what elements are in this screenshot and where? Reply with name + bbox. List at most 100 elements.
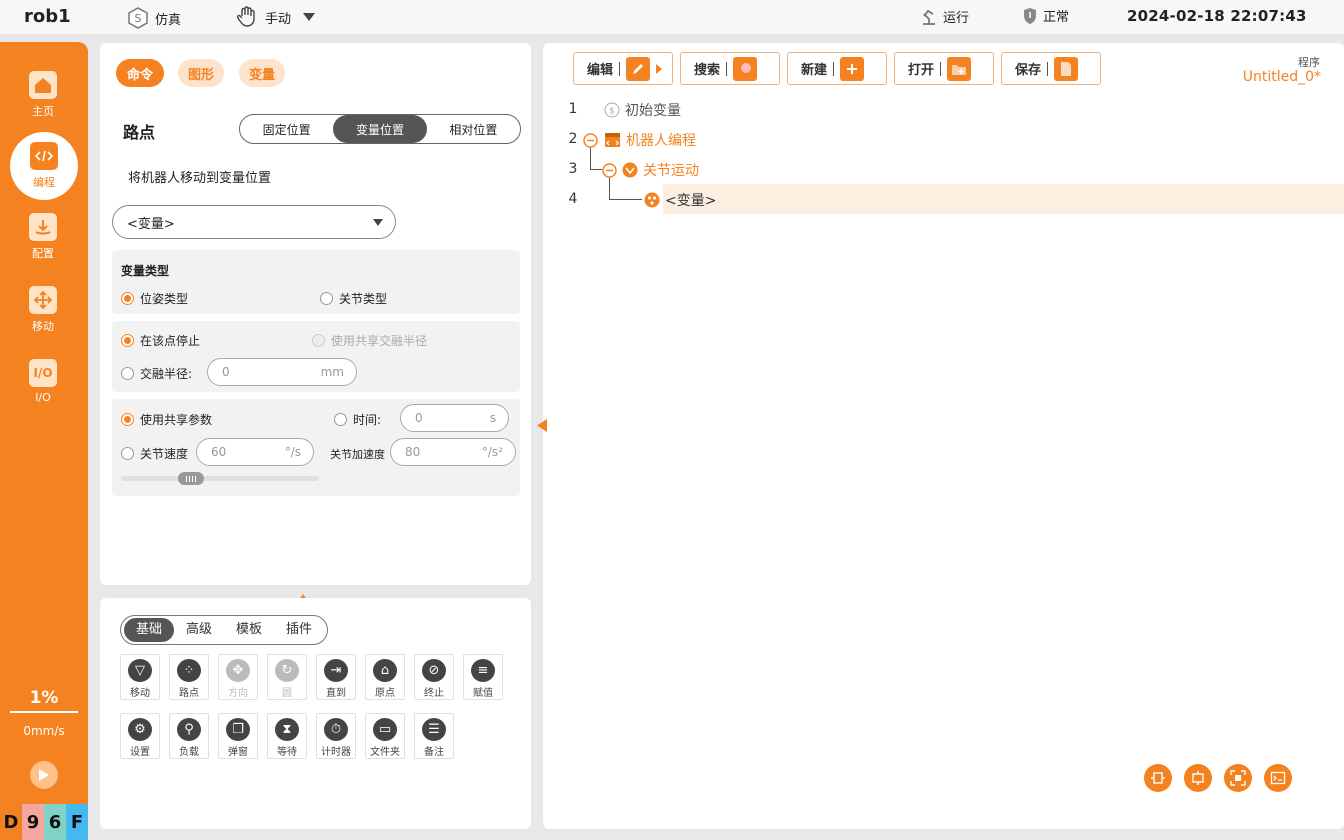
collapse-icon[interactable] [583,132,598,148]
radio-joint-speed[interactable]: 关节速度 [121,445,188,462]
description: 将机器人移动到变量位置 [128,171,272,186]
cmd-label: 备注 [424,747,444,758]
mode-dropdown[interactable]: 手动 [236,6,316,28]
tab-graphics[interactable]: 图形 [178,59,224,87]
node-label: 初始变量 [625,103,681,119]
cmd-assign-button[interactable]: ≡ 赋值 [463,654,503,700]
sidebar-item-move[interactable]: 移动 [8,279,78,341]
svg-text:$: $ [609,107,615,117]
search-button[interactable]: 搜索 [680,52,780,85]
home-icon [29,71,57,99]
status-code: 6 [44,804,66,840]
play-button[interactable] [30,761,58,789]
collapse-icon[interactable] [602,162,617,178]
joint-speed-input[interactable]: 60 °/s [196,438,314,466]
new-button[interactable]: 新建 [787,52,887,85]
speed-percent[interactable]: 1% [0,688,88,708]
cmd-direction-button[interactable]: ✥ 方向 [218,654,258,700]
blend-group: 在该点停止 使用共享交融半径 交融半径: 0 mm [112,321,520,392]
cmd-home-button[interactable]: ⌂ 原点 [365,654,405,700]
input-value: 80 [405,445,421,459]
folder-icon: ▭ [373,718,397,741]
cmd-stop-button[interactable]: ⊘ 终止 [414,654,454,700]
sidebar-item-home[interactable]: 主页 [8,64,78,126]
tab-variables[interactable]: 变量 [239,59,285,87]
cmd-timer-button[interactable]: ⏱ 计时器 [316,713,356,759]
terminal-button[interactable] [1264,764,1292,792]
cmd-label: 路点 [179,688,199,699]
simulation-button[interactable]: S 仿真 [126,6,181,30]
cmd-folder-button[interactable]: ▭ 文件夹 [365,713,405,759]
blend-radius-input[interactable]: 0 mm [207,358,357,386]
seg-fixed-position[interactable]: 固定位置 [240,115,333,143]
cmd-set-button[interactable]: ⚙ 设置 [120,713,160,759]
collapse-left-icon[interactable] [537,419,547,432]
input-value: 0 [222,365,230,379]
folder-icon [947,56,972,81]
set-icon: ⚙ [128,718,152,741]
seg-variable-position[interactable]: 变量位置 [333,115,427,143]
top-bar: rob1 S 仿真 手动 运行 正常 2024-02-18 22:07:43 [0,0,1344,34]
time-input[interactable]: 0 s [400,404,509,432]
fit-screen-button[interactable] [1224,764,1252,792]
radio-shared-blend[interactable]: 使用共享交融半径 [312,332,427,349]
tree-node-waypoint[interactable]: <变量> [644,190,716,210]
cmd-move-button[interactable]: ▽ 移动 [120,654,160,700]
status-code: 9 [22,804,44,840]
waypoint-icon [644,192,660,208]
cmd-popup-button[interactable]: ❐ 弹窗 [218,713,258,759]
cmd-comment-button[interactable]: ☰ 备注 [414,713,454,759]
radio-label: 位姿类型 [140,292,189,306]
move-icon [29,286,57,314]
tab-plugin[interactable]: 插件 [274,618,324,642]
cmd-wait-button[interactable]: ⧗ 等待 [267,713,307,759]
radio-pose-type[interactable]: 位姿类型 [121,290,188,307]
radio-joint-type[interactable]: 关节类型 [320,290,387,307]
cmd-waypoint-button[interactable]: ⁘ 路点 [169,654,209,700]
expand-vertical-button[interactable] [1184,764,1212,792]
cmd-until-button[interactable]: ⇥ 直到 [316,654,356,700]
line-number: 3 [568,161,578,177]
sidebar-item-io[interactable]: I/O I/O [8,350,78,412]
tree-node-robot-program[interactable]: 机器人编程 [583,130,696,150]
radio-label: 时间: [353,413,382,427]
tab-command[interactable]: 命令 [116,59,164,87]
home-icon: ⌂ [373,659,397,682]
mode-label: 手动 [265,11,292,27]
save-button[interactable]: 保存 [1001,52,1101,85]
tab-basic[interactable]: 基础 [124,618,174,642]
radio-time[interactable]: 时间: [334,411,381,428]
sidebar-item-config[interactable]: 配置 [8,206,78,268]
radio-stop-here[interactable]: 在该点停止 [121,332,200,349]
edit-button[interactable]: 编辑 [573,52,673,85]
speed-slider-handle[interactable] [178,472,204,485]
sidebar-item-label: 配置 [32,247,54,260]
variable-type-group: 变量类型 位姿类型 关节类型 [112,250,520,314]
speed-slider-track[interactable] [121,476,319,481]
input-unit: mm [320,365,344,379]
tab-template[interactable]: 模板 [224,618,274,642]
input-value: 0 [415,411,423,425]
cmd-circle-button[interactable]: ↻ 圆 [267,654,307,700]
expand-horizontal-button[interactable] [1144,764,1172,792]
cmd-payload-button[interactable]: ⚲ 负载 [169,713,209,759]
robot-name: rob1 [24,6,71,27]
tree-connector [609,199,642,200]
variable-dropdown[interactable]: <变量> [112,205,396,239]
tab-advanced[interactable]: 高级 [174,618,224,642]
chevron-down-icon [373,218,383,226]
radio-label: 关节类型 [339,292,388,306]
save-icon [1054,56,1079,81]
simulation-icon: S [128,7,148,29]
sidebar-item-programming[interactable]: 编程 [10,132,78,200]
tree-connector [590,169,602,170]
seg-relative-position[interactable]: 相对位置 [427,115,520,143]
open-button[interactable]: 打开 [894,52,994,85]
sidebar: 主页 编程 配置 移动 I/O I/O 1% 0mm/s D 9 6 F [0,42,88,840]
joint-acc-input[interactable]: 80 °/s² [390,438,516,466]
radio-blend-radius[interactable]: 交融半径: [121,365,192,382]
run-label: 运行 [943,10,970,26]
radio-shared-params[interactable]: 使用共享参数 [121,411,212,428]
tree-node-joint-move[interactable]: 关节运动 [602,160,699,180]
tree-node-init-vars[interactable]: $ 初始变量 [604,100,681,120]
